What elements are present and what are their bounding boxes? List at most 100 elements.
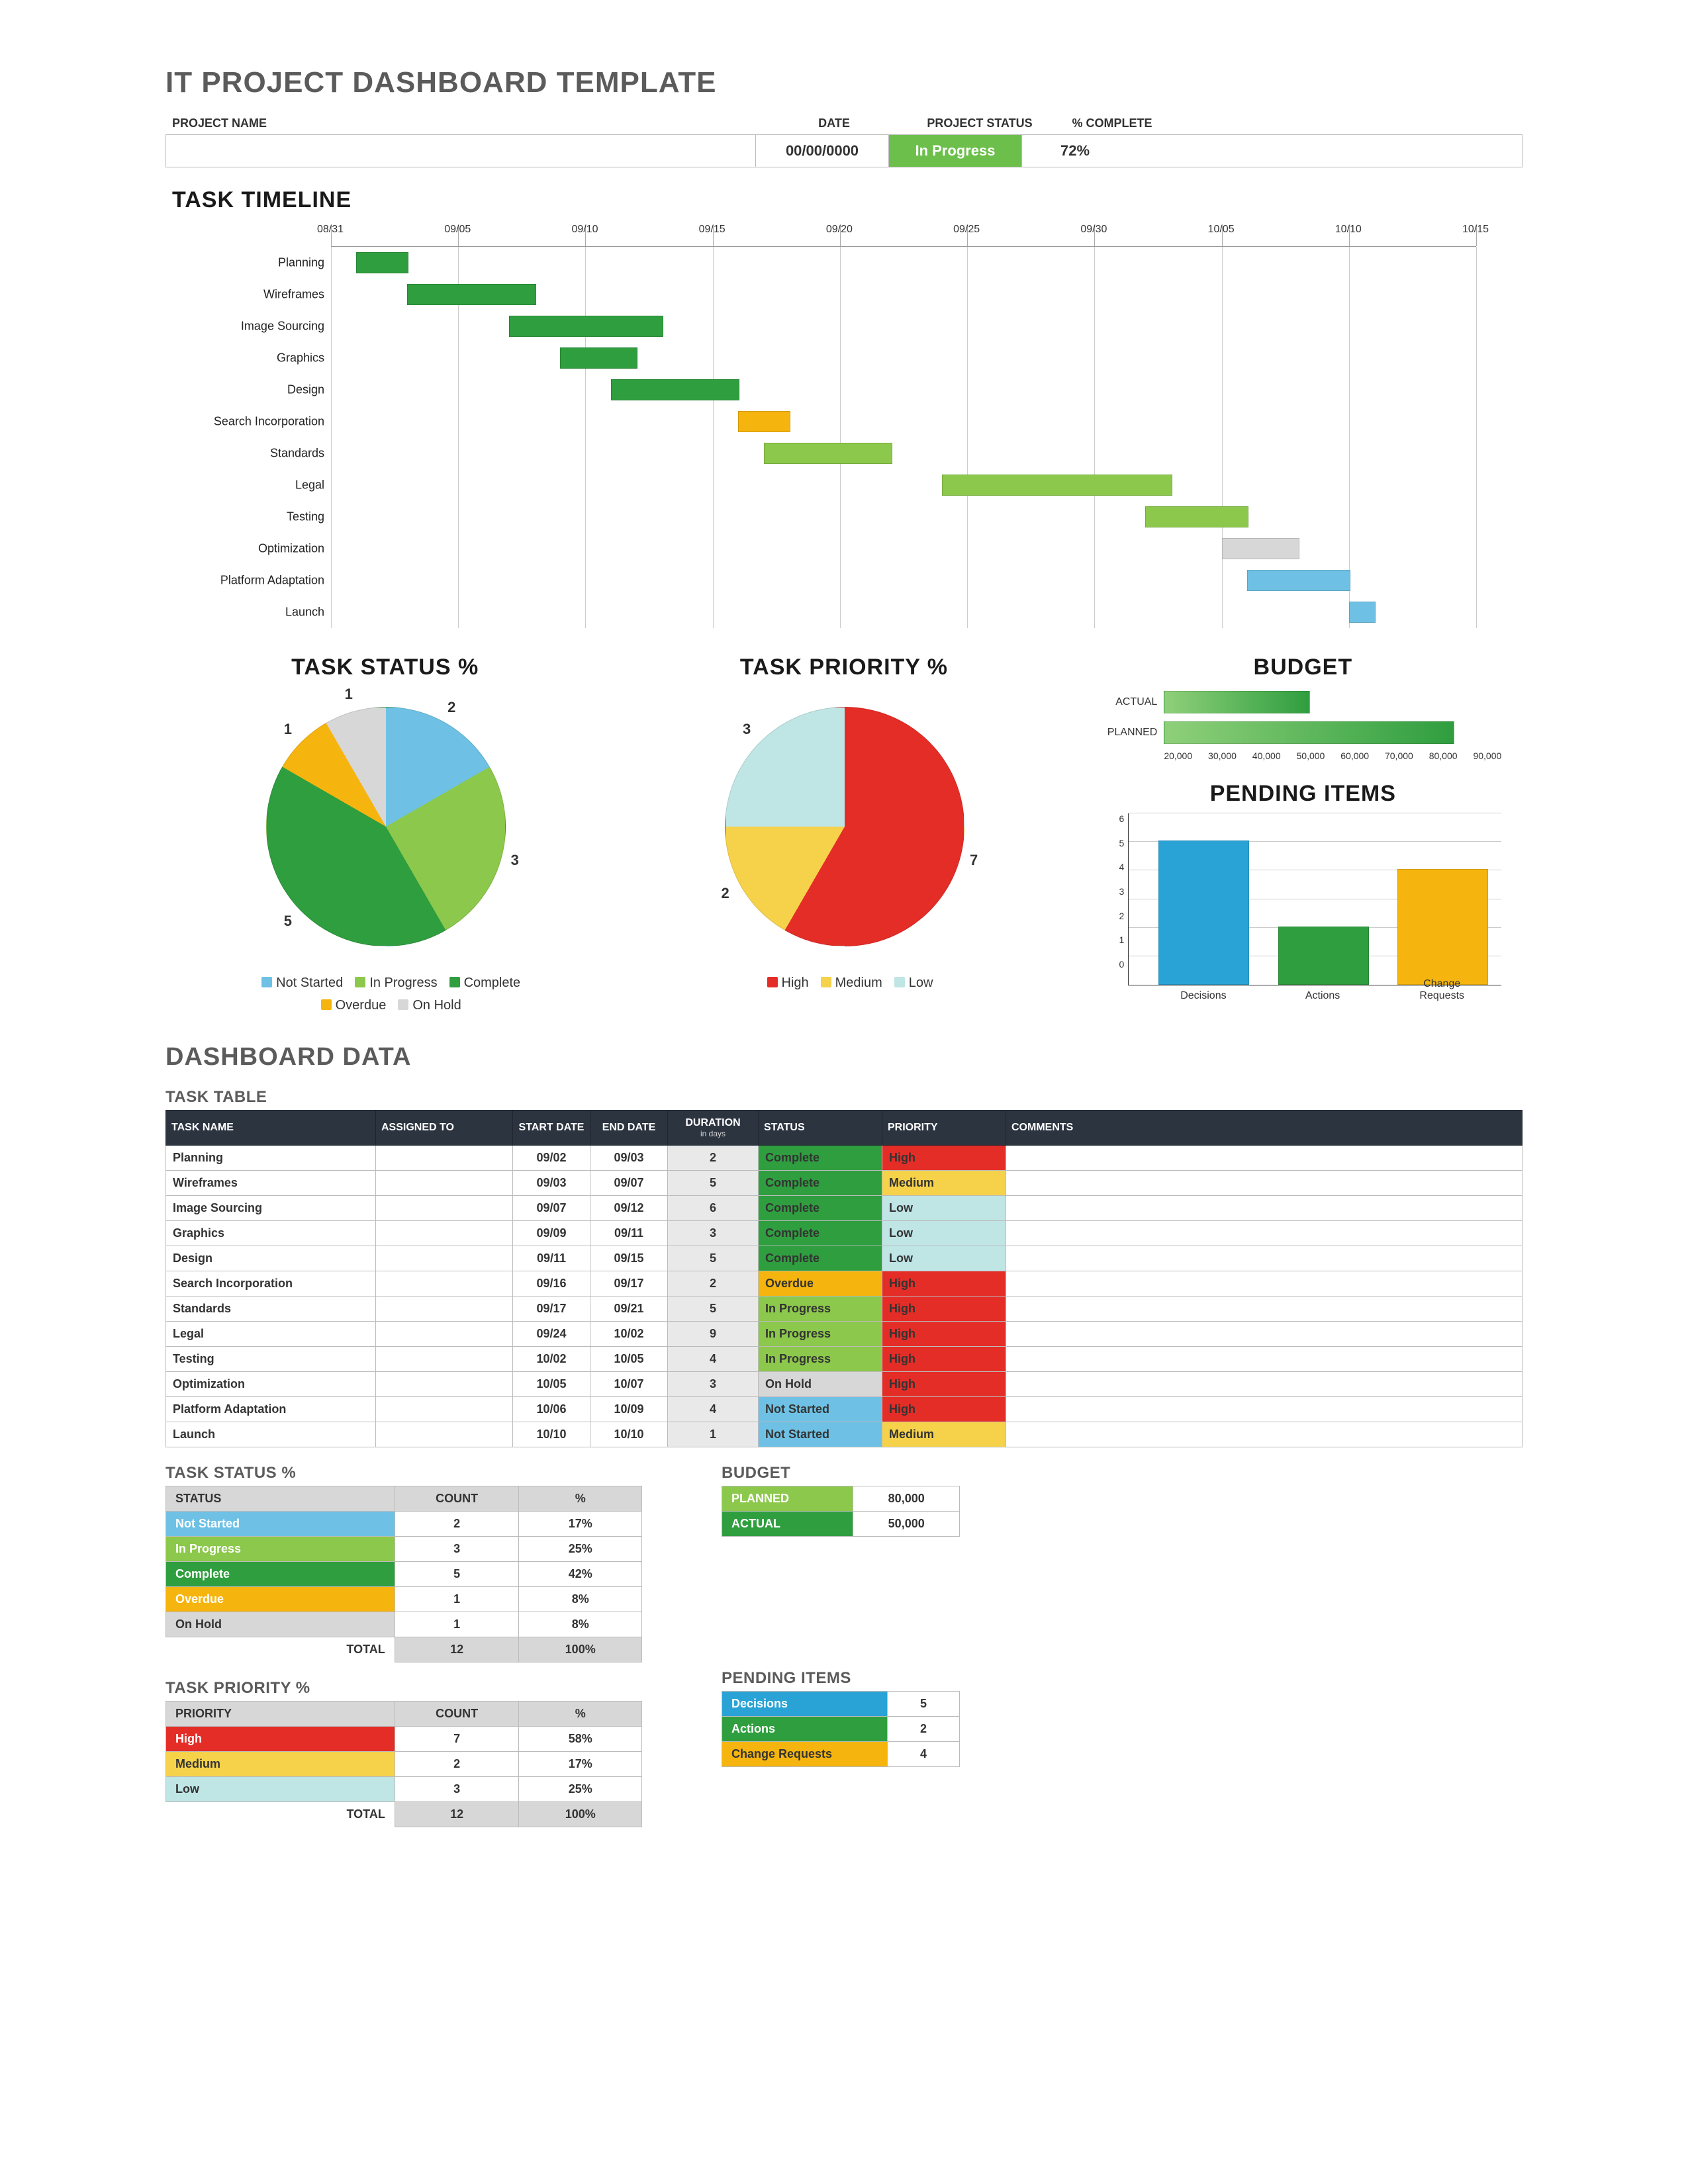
legend-swatch (894, 977, 905, 987)
budget-bar (1164, 721, 1454, 744)
gantt-bar (738, 411, 790, 432)
legend-swatch (767, 977, 778, 987)
gantt-task-label: Launch (179, 606, 324, 619)
pending-chart-title: PENDING ITEMS (1084, 781, 1523, 807)
pie-slice-label: 2 (721, 885, 729, 902)
table-row: High758% (166, 1727, 642, 1752)
gantt-bar (407, 284, 536, 305)
gantt-tick: 09/15 (699, 224, 726, 236)
project-header-labels: PROJECT NAME DATE PROJECT STATUS % COMPL… (165, 113, 1523, 134)
gantt-tick: 09/10 (571, 224, 598, 236)
table-row: Complete542% (166, 1562, 642, 1587)
gantt-bar (764, 443, 892, 464)
pending-table: Decisions5Actions2Change Requests4 (722, 1691, 960, 1767)
pie-slice-label: 3 (743, 721, 751, 738)
pending-bar-label: Actions (1305, 990, 1340, 1002)
pie-slice-label: 3 (511, 852, 519, 869)
budget-axis: 20,00030,00040,00050,00060,00070,00080,0… (1164, 751, 1501, 761)
pending-bar (1397, 869, 1488, 985)
table-row: Low325% (166, 1777, 642, 1802)
gantt-row: Planning (331, 247, 1476, 279)
gantt-bar (509, 316, 663, 337)
gantt-task-label: Wireframes (179, 288, 324, 302)
task-table-title: TASK TABLE (165, 1088, 1523, 1107)
legend-swatch (321, 999, 332, 1010)
project-date-value: 00/00/0000 (756, 135, 889, 167)
legend-swatch (398, 999, 408, 1010)
legend-label: In Progress (369, 976, 437, 990)
table-row: Not Started217% (166, 1512, 642, 1537)
gantt-task-label: Testing (179, 510, 324, 524)
pie-slice-label: 1 (345, 686, 353, 703)
gantt-bar (1145, 506, 1248, 527)
budget-bar-label: PLANNED (1104, 727, 1157, 739)
gantt-tick: 09/20 (826, 224, 853, 236)
gantt-row: Image Sourcing (331, 310, 1476, 342)
gantt-chart: 08/3109/0509/1009/1509/2009/2509/3010/05… (185, 226, 1476, 628)
gantt-row: Legal (331, 469, 1476, 501)
table-row: Wireframes 09/0309/07 5 Complete Medium (166, 1171, 1523, 1196)
gantt-task-label: Graphics (179, 351, 324, 365)
gantt-row: Search Incorporation (331, 406, 1476, 437)
legend-label: Not Started (276, 976, 343, 990)
gantt-bar (942, 475, 1172, 496)
table-row: Design 09/1109/15 5 Complete Low (166, 1246, 1523, 1271)
status-table: STATUSCOUNT%Not Started217%In Progress32… (165, 1486, 642, 1662)
page-title: IT PROJECT DASHBOARD TEMPLATE (165, 66, 1523, 99)
legend-label: On Hold (412, 998, 461, 1013)
budget-bar-row: ACTUAL (1104, 687, 1501, 717)
pending-bar-label: Change Requests (1412, 978, 1472, 1002)
timeline-title: TASK TIMELINE (172, 187, 1523, 213)
gantt-task-label: Platform Adaptation (179, 574, 324, 588)
gantt-task-label: Design (179, 383, 324, 397)
table-row: Decisions5 (722, 1692, 960, 1717)
table-row: On Hold18% (166, 1612, 642, 1637)
project-pct-value: 72% (1022, 135, 1128, 167)
table-row: Standards 09/1709/21 5 In Progress High (166, 1297, 1523, 1322)
priority-table: PRIORITYCOUNT%High758%Medium217%Low325%T… (165, 1701, 642, 1827)
legend-swatch (449, 977, 460, 987)
legend-label: Medium (835, 976, 882, 990)
pie-slice-label: 7 (970, 852, 978, 869)
dashboard-data-title: DASHBOARD DATA (165, 1043, 1523, 1071)
table-total-row: TOTAL12100% (166, 1637, 642, 1662)
gantt-row: Design (331, 374, 1476, 406)
gantt-bar (560, 347, 637, 369)
priority-table-title: TASK PRIORITY % (165, 1679, 642, 1698)
project-status-value: In Progress (889, 135, 1022, 167)
table-row: PLANNED80,000 (722, 1486, 960, 1512)
table-row: Platform Adaptation 10/0610/09 4 Not Sta… (166, 1397, 1523, 1422)
gantt-tick: 10/05 (1208, 224, 1235, 236)
gantt-row: Platform Adaptation (331, 565, 1476, 596)
budget-bar (1164, 691, 1310, 713)
legend-swatch (355, 977, 365, 987)
pending-bar (1278, 927, 1369, 985)
gantt-tick: 09/25 (953, 224, 980, 236)
table-row: ACTUAL50,000 (722, 1512, 960, 1537)
table-total-row: TOTAL12100% (166, 1802, 642, 1827)
gantt-bar (1349, 602, 1376, 623)
table-row: Planning 09/0209/03 2 Complete High (166, 1146, 1523, 1171)
status-table-title: TASK STATUS % (165, 1464, 642, 1482)
gantt-row: Launch (331, 596, 1476, 628)
gantt-task-label: Optimization (179, 542, 324, 556)
table-row: Overdue18% (166, 1587, 642, 1612)
gantt-task-label: Standards (179, 447, 324, 461)
legend-label: High (782, 976, 809, 990)
pending-bar-label: Decisions (1180, 990, 1226, 1002)
task-status-pie: TASK STATUS % 23511 Not StartedIn Progre… (165, 648, 604, 1017)
table-row: Testing 10/0210/05 4 In Progress High (166, 1347, 1523, 1372)
project-name-value[interactable] (166, 135, 756, 167)
gantt-row: Optimization (331, 533, 1476, 565)
gantt-tick: 09/30 (1080, 224, 1107, 236)
budget-bar-label: ACTUAL (1104, 696, 1157, 708)
pie-slice-label: 5 (284, 913, 292, 930)
budget-chart: BUDGET ACTUAL PLANNED 20,00030,00040,000… (1084, 655, 1523, 761)
gantt-bar (1222, 538, 1299, 559)
task-status-legend: Not StartedIn ProgressCompleteOverdueOn … (165, 972, 604, 1017)
legend-label: Low (909, 976, 933, 990)
gantt-bar (356, 252, 408, 273)
gantt-task-label: Legal (179, 478, 324, 492)
gantt-row: Standards (331, 437, 1476, 469)
project-header-row: 00/00/0000 In Progress 72% (165, 134, 1523, 167)
